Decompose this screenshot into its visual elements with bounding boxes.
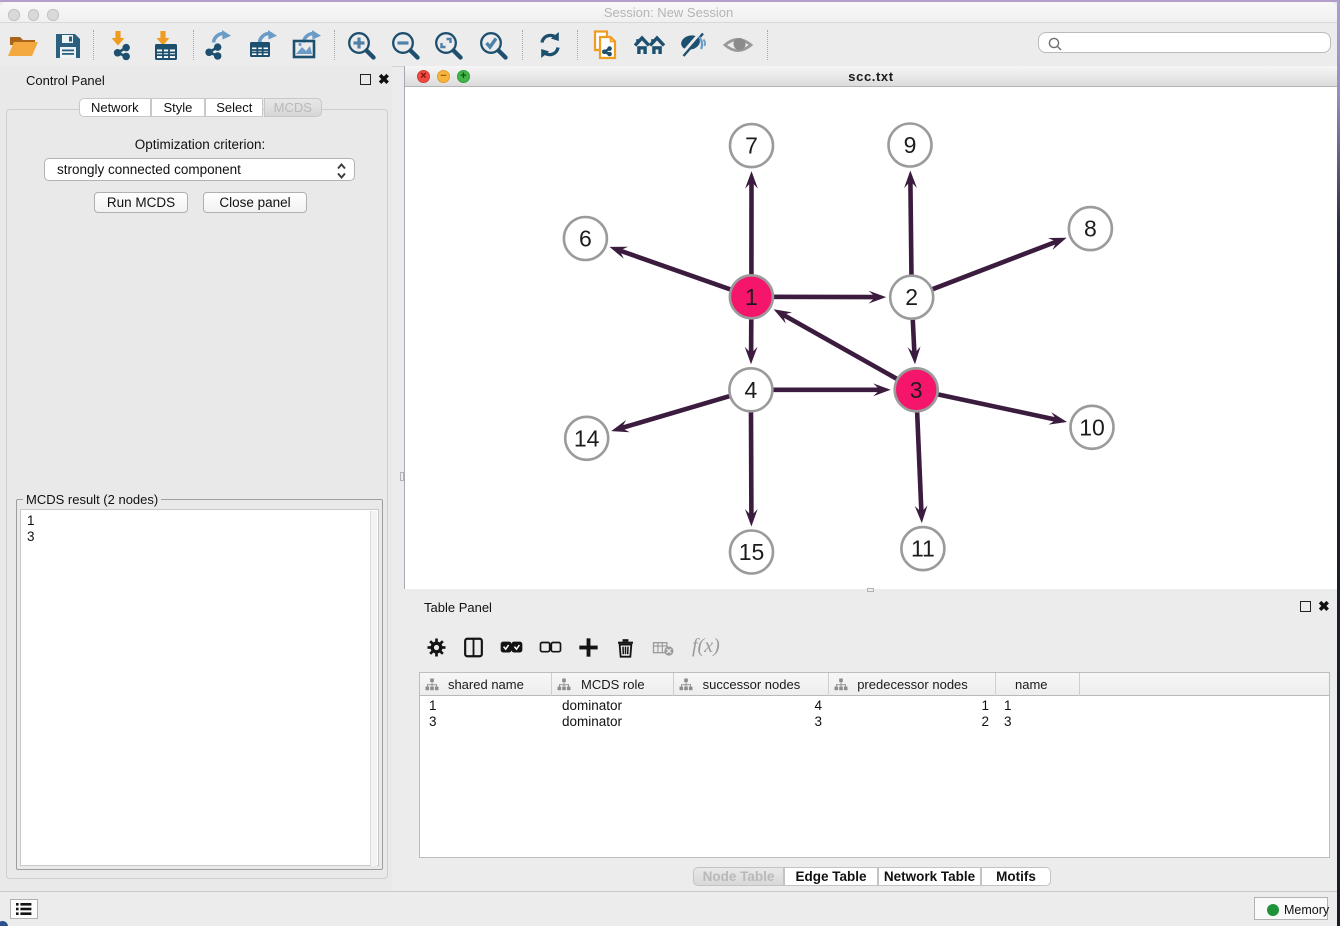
svg-text:3: 3 bbox=[910, 377, 923, 403]
svg-text:14: 14 bbox=[574, 425, 600, 451]
svg-text:7: 7 bbox=[745, 133, 758, 159]
svg-text:11: 11 bbox=[911, 536, 935, 562]
svg-text:6: 6 bbox=[579, 226, 592, 252]
svg-text:15: 15 bbox=[739, 539, 765, 565]
svg-text:9: 9 bbox=[904, 132, 917, 158]
svg-text:10: 10 bbox=[1079, 414, 1105, 440]
svg-text:8: 8 bbox=[1084, 216, 1097, 242]
svg-text:4: 4 bbox=[745, 377, 758, 403]
svg-text:1: 1 bbox=[745, 284, 758, 310]
svg-text:2: 2 bbox=[905, 284, 918, 310]
